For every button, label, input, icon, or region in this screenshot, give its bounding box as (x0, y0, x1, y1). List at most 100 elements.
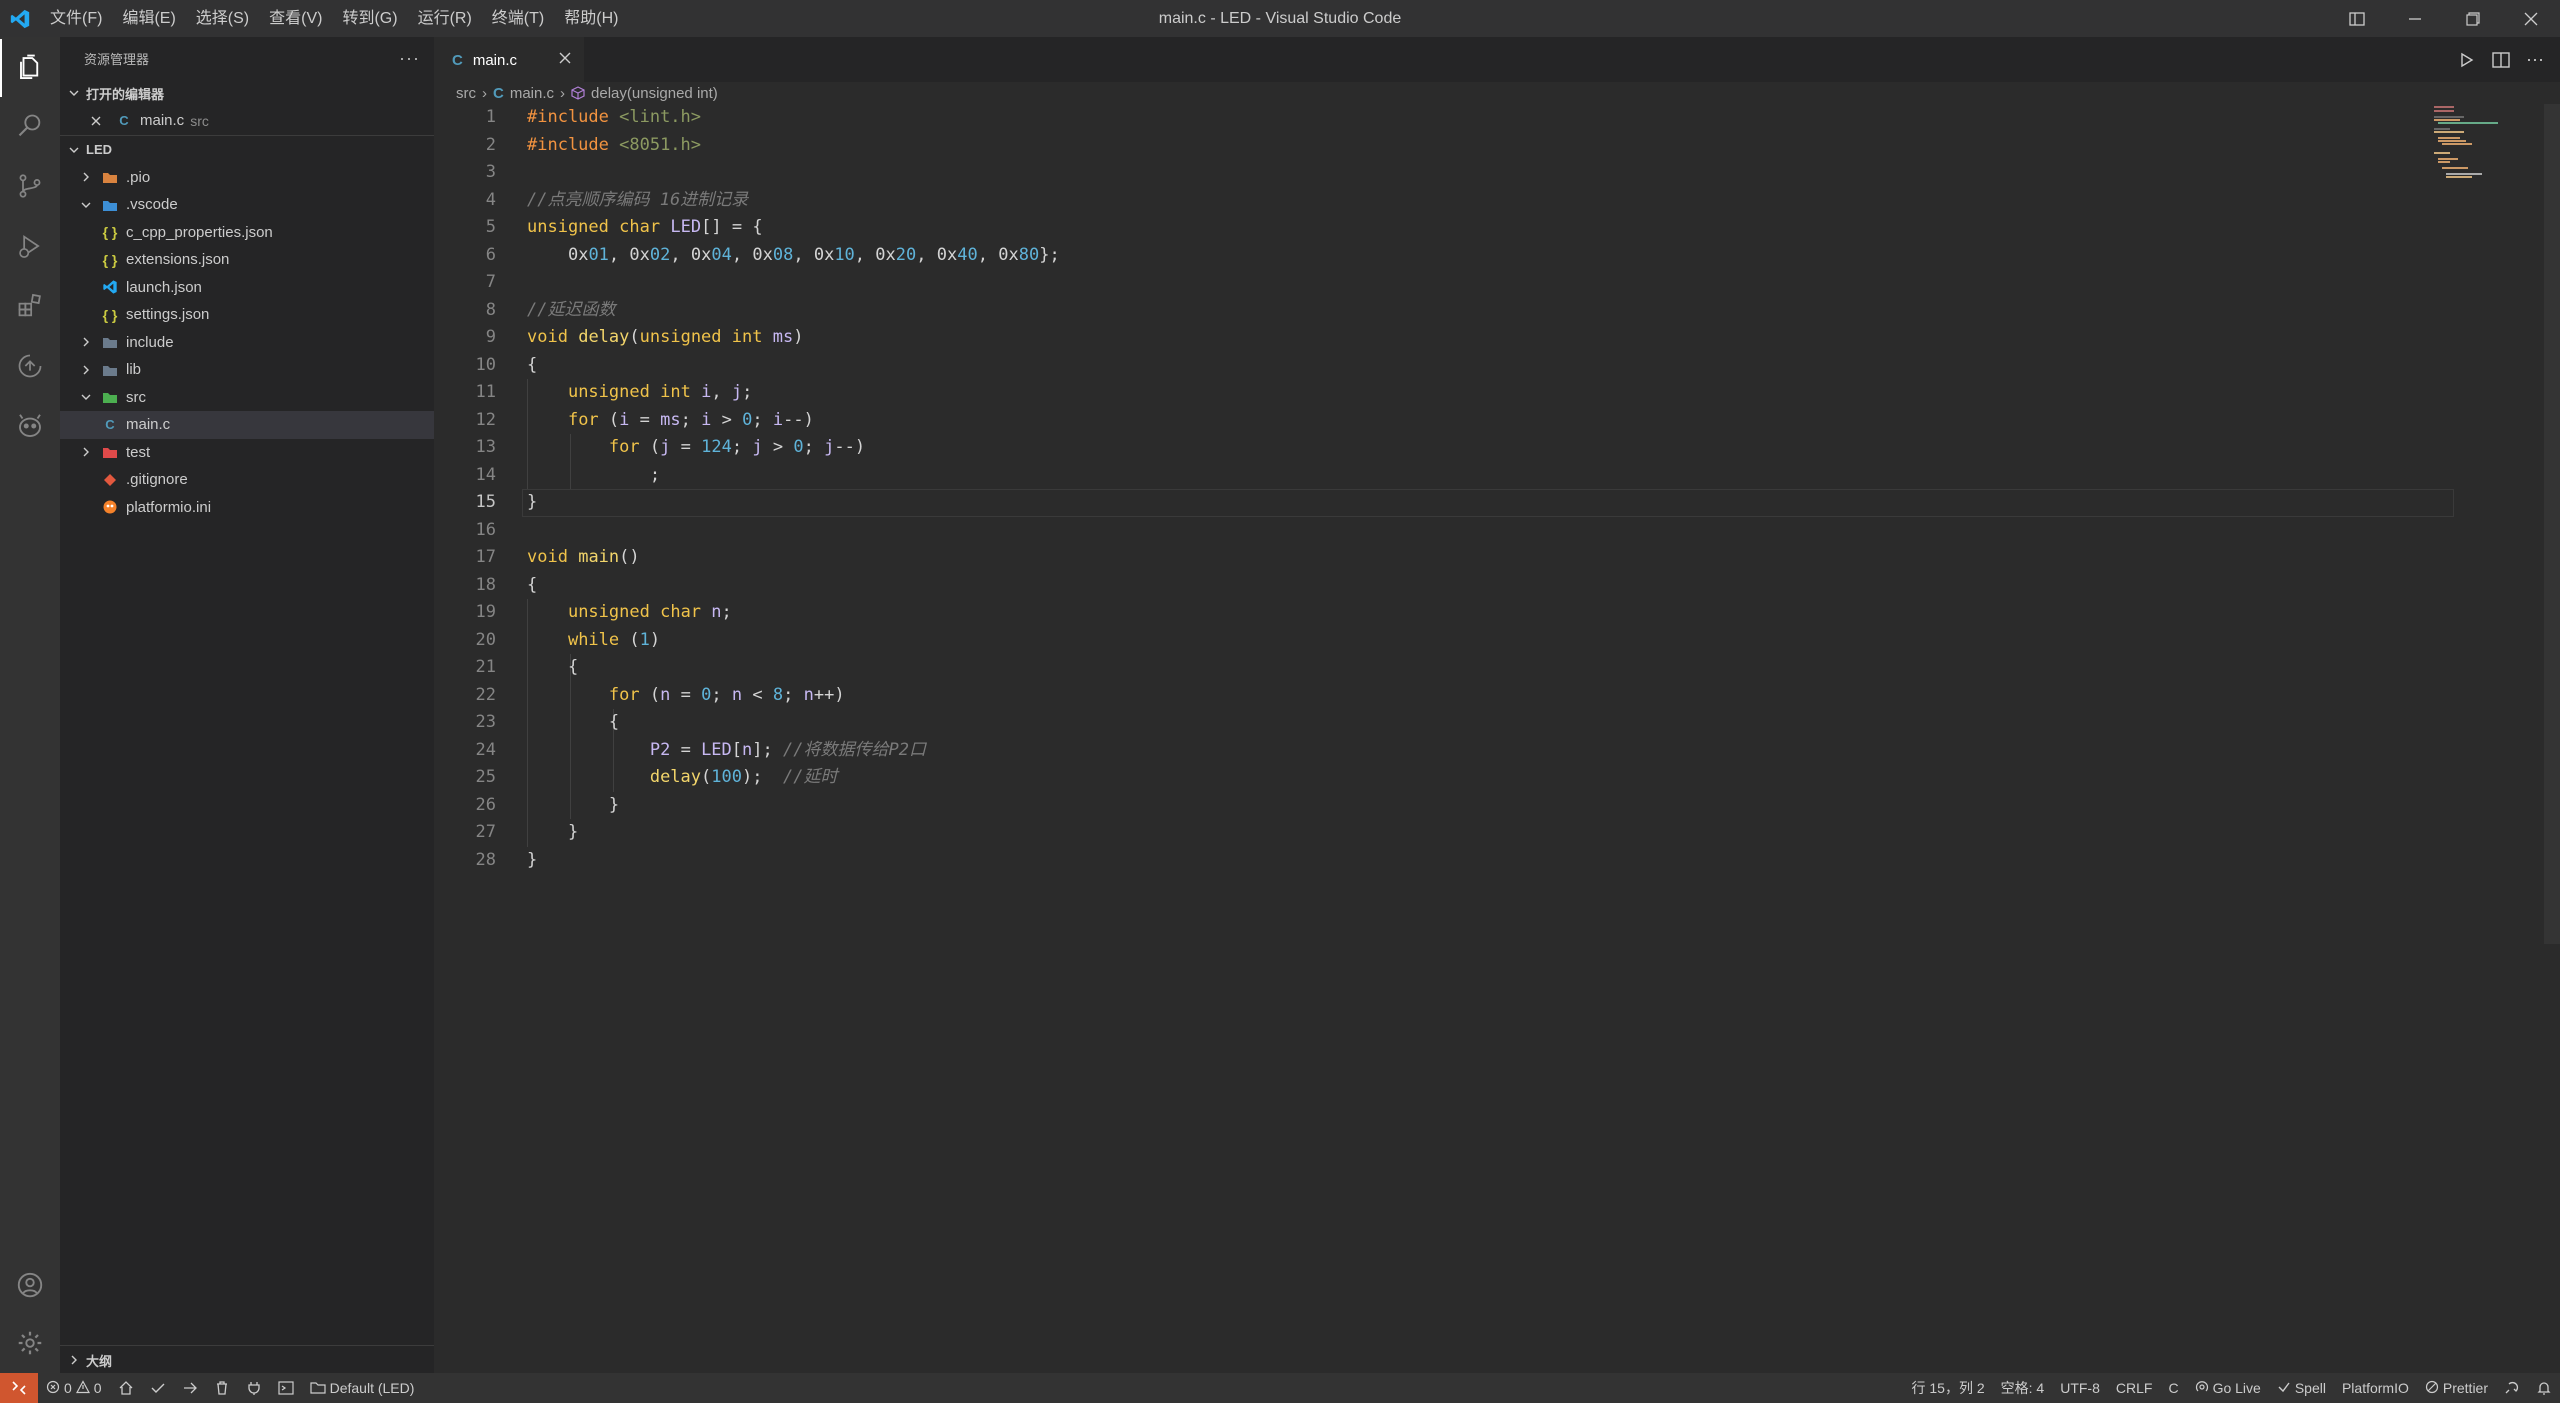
code-line[interactable]: 2 #include <8051.h> (434, 132, 2434, 160)
encoding[interactable]: UTF-8 (2052, 1380, 2108, 1396)
tree-item-test[interactable]: test (60, 439, 434, 467)
more-actions-icon[interactable]: ··· (399, 48, 420, 69)
problems-indicator[interactable]: 0 0 (38, 1379, 110, 1397)
code-line[interactable]: 21 { (434, 654, 2434, 682)
tree-item-src[interactable]: src (60, 384, 434, 412)
restore-button[interactable] (2444, 0, 2502, 37)
line-ending[interactable]: CRLF (2108, 1380, 2161, 1396)
code-line[interactable]: 20 while (1) (434, 627, 2434, 655)
vertical-scrollbar[interactable] (2544, 104, 2560, 944)
upload-arrow-icon[interactable] (174, 1380, 206, 1396)
code-line[interactable]: 6 0x01, 0x02, 0x04, 0x08, 0x10, 0x20, 0x… (434, 242, 2434, 270)
code-line[interactable]: 15} (434, 489, 2434, 517)
cursor-position[interactable]: 行 15，列 2 (1904, 1378, 1993, 1398)
feedback-icon[interactable] (2496, 1380, 2528, 1396)
indentation[interactable]: 空格: 4 (1993, 1378, 2053, 1398)
split-editor-icon[interactable] (2484, 51, 2518, 68)
menu-item[interactable]: 文件(F) (40, 0, 112, 37)
tree-item-vscode[interactable]: .vscode (60, 191, 434, 219)
settings-gear-icon[interactable] (0, 1314, 60, 1372)
language-mode[interactable]: C (2160, 1380, 2186, 1396)
project-header[interactable]: LED (60, 134, 434, 164)
outline-section[interactable]: 大纲 (60, 1345, 434, 1373)
code-line[interactable]: 12 for (i = ms; i > 0; i--) (434, 407, 2434, 435)
close-icon[interactable] (558, 51, 572, 69)
search-icon[interactable] (0, 97, 60, 155)
account-icon[interactable] (0, 1256, 60, 1314)
menu-item[interactable]: 终端(T) (482, 0, 554, 37)
tree-item-c-cpp-properties-json[interactable]: { } c_cpp_properties.json (60, 219, 434, 247)
code-line[interactable]: 23 { (434, 709, 2434, 737)
layout-icon[interactable] (2328, 0, 2386, 37)
notifications-bell-icon[interactable] (2528, 1380, 2560, 1396)
tree-item-main-c[interactable]: Cmain.c (60, 411, 434, 439)
tree-item-launch-json[interactable]: launch.json (60, 274, 434, 302)
code-line[interactable]: 14 ; (434, 462, 2434, 490)
tree-item-platformio-ini[interactable]: platformio.ini (60, 494, 434, 522)
code-line[interactable]: 26 } (434, 792, 2434, 820)
tree-item-pio[interactable]: .pio (60, 164, 434, 192)
prettier-button[interactable]: Prettier (2417, 1380, 2496, 1397)
files-icon[interactable] (0, 39, 60, 97)
platformio-status[interactable]: PlatformIO (2334, 1380, 2417, 1396)
code-line[interactable]: 10 { (434, 352, 2434, 380)
more-actions-icon[interactable]: ··· (2518, 49, 2552, 70)
close-icon[interactable] (90, 115, 104, 127)
code-line[interactable]: 19 unsigned char n; (434, 599, 2434, 627)
source-control-icon[interactable] (0, 157, 60, 215)
close-button[interactable] (2502, 0, 2560, 37)
breadcrumb-folder[interactable]: src (456, 85, 476, 102)
code-line[interactable]: 16 (434, 517, 2434, 545)
breadcrumb-file[interactable]: main.c (510, 85, 554, 102)
open-editors-header[interactable]: 打开的编辑器 (60, 79, 434, 107)
remote-indicator[interactable] (0, 1373, 38, 1403)
code-line[interactable]: 7 (434, 269, 2434, 297)
platformio-icon[interactable] (0, 397, 60, 455)
minimap[interactable] (2434, 104, 2544, 224)
outline-header[interactable]: 大纲 (60, 1346, 434, 1374)
tree-item-gitignore[interactable]: .gitignore (60, 466, 434, 494)
extensions-icon[interactable] (0, 277, 60, 335)
tree-item-lib[interactable]: lib (60, 356, 434, 384)
run-icon[interactable] (2450, 52, 2484, 68)
code-line[interactable]: 28} (434, 847, 2434, 875)
code-line[interactable]: 8 //延迟函数 (434, 297, 2434, 325)
go-live-button[interactable]: Go Live (2187, 1380, 2269, 1397)
code-line[interactable]: 24 P2 = LED[n]; //将数据传给P2口 (434, 737, 2434, 765)
minimize-button[interactable] (2386, 0, 2444, 37)
menu-item[interactable]: 运行(R) (408, 0, 482, 37)
spell-button[interactable]: Spell (2269, 1380, 2334, 1397)
home-icon[interactable] (110, 1380, 142, 1396)
code-editor[interactable]: 1 #include <lint.h> 2 #include <8051.h> 3 4 //… (434, 104, 2534, 1304)
code-line[interactable]: 27 } (434, 819, 2434, 847)
code-line[interactable]: 4 //点亮顺序编码 16进制记录 (434, 187, 2434, 215)
code-line[interactable]: 17 void main() (434, 544, 2434, 572)
breadcrumb-symbol[interactable]: delay(unsigned int) (591, 85, 718, 102)
clean-trash-icon[interactable] (206, 1380, 238, 1396)
menu-item[interactable]: 选择(S) (186, 0, 259, 37)
remote-icon[interactable] (0, 337, 60, 395)
build-check-icon[interactable] (142, 1380, 174, 1396)
code-line[interactable]: 5 unsigned char LED[] = { (434, 214, 2434, 242)
code-line[interactable]: 25 delay(100); //延时 (434, 764, 2434, 792)
menu-item[interactable]: 编辑(E) (112, 0, 185, 37)
code-line[interactable]: 1 #include <lint.h> (434, 104, 2434, 132)
open-editor-item[interactable]: C main.c src (60, 107, 434, 135)
run-debug-icon[interactable] (0, 217, 60, 275)
code-line[interactable]: 18 { (434, 572, 2434, 600)
terminal-icon[interactable] (270, 1380, 302, 1396)
code-line[interactable]: 22 for (n = 0; n < 8; n++) (434, 682, 2434, 710)
menu-item[interactable]: 查看(V) (259, 0, 332, 37)
code-line[interactable]: 3 (434, 159, 2434, 187)
menu-item[interactable]: 帮助(H) (554, 0, 628, 37)
serial-monitor-plug-icon[interactable] (238, 1380, 270, 1396)
tab-main-c[interactable]: C main.c (434, 37, 584, 82)
tree-item-settings-json[interactable]: { } settings.json (60, 301, 434, 329)
code-line[interactable]: 9 void delay(unsigned int ms) (434, 324, 2434, 352)
project-env-selector[interactable]: Default (LED) (302, 1380, 423, 1397)
menu-item[interactable]: 转到(G) (332, 0, 407, 37)
code-line[interactable]: 11 unsigned int i, j; (434, 379, 2434, 407)
tree-item-include[interactable]: include (60, 329, 434, 357)
tree-item-extensions-json[interactable]: { } extensions.json (60, 246, 434, 274)
code-line[interactable]: 13 for (j = 124; j > 0; j--) (434, 434, 2434, 462)
